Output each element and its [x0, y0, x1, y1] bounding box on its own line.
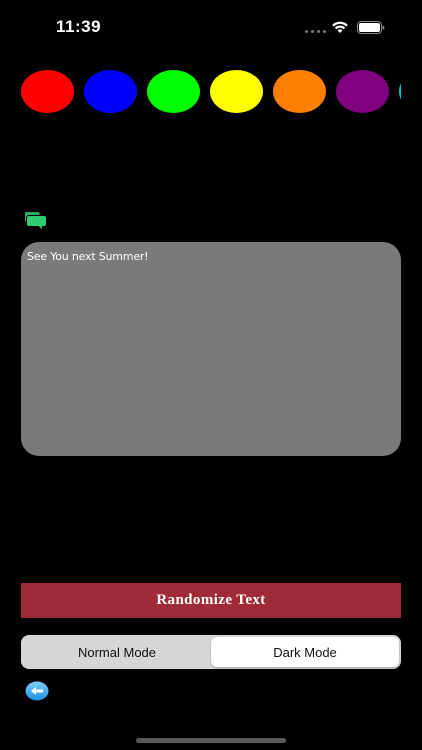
mode-segmented-control: Normal Mode Dark Mode [21, 635, 401, 669]
normal-mode-segment[interactable]: Normal Mode [23, 637, 211, 667]
color-swatch-orange[interactable] [273, 70, 326, 113]
dark-mode-segment[interactable]: Dark Mode [211, 637, 399, 667]
color-picker-row [21, 70, 401, 114]
wifi-icon [332, 21, 348, 33]
signal-icon [305, 30, 326, 33]
color-swatch-red[interactable] [21, 70, 74, 113]
back-arrow-icon[interactable] [25, 681, 49, 701]
message-text: See You next Summer! [27, 250, 149, 263]
home-indicator [136, 738, 286, 743]
battery-icon [357, 21, 385, 34]
color-swatch-yellow[interactable] [210, 70, 263, 113]
randomize-text-button[interactable]: Randomize Text [21, 583, 401, 618]
color-swatch-blue[interactable] [84, 70, 137, 113]
color-swatch-green[interactable] [147, 70, 200, 113]
status-time: 11:39 [56, 17, 102, 36]
color-swatch-purple[interactable] [336, 70, 389, 113]
color-swatch-teal[interactable] [399, 70, 401, 113]
chat-bubbles-icon [25, 212, 46, 229]
message-card[interactable]: See You next Summer! [21, 242, 401, 456]
